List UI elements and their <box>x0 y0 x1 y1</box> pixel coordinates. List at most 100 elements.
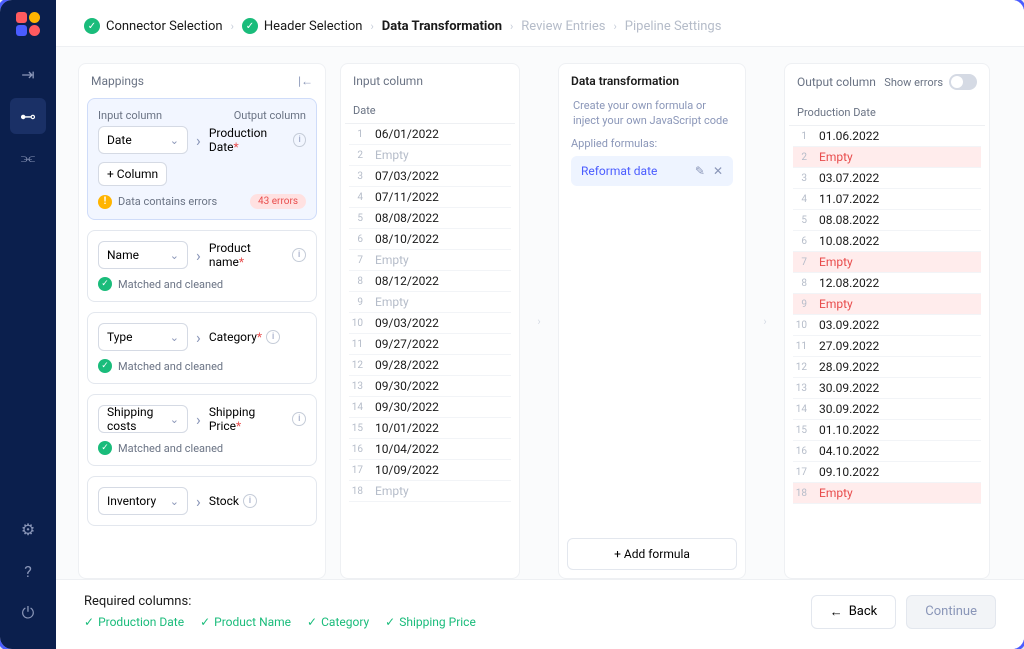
table-row[interactable]: 1604.10.2022 <box>793 441 981 462</box>
table-row[interactable]: 9Empty <box>349 292 511 313</box>
mapping-card[interactable]: Type⌄›Category* i✓Matched and cleaned <box>87 312 317 384</box>
input-col-label: Input column <box>98 109 162 122</box>
table-row[interactable]: 303.07.2022 <box>793 168 981 189</box>
breadcrumb-step[interactable]: ✓Header Selection <box>242 18 363 34</box>
table-row[interactable]: 608/10/2022 <box>349 229 511 250</box>
info-icon[interactable]: i <box>243 494 257 508</box>
table-row[interactable]: 1209/28/2022 <box>349 355 511 376</box>
cell-value: 09/03/2022 <box>369 314 511 332</box>
edit-icon[interactable]: ✎ <box>695 164 705 178</box>
table-row[interactable]: 7Empty <box>793 252 981 273</box>
table-row[interactable]: 1109/27/2022 <box>349 334 511 355</box>
row-number: 9 <box>793 299 813 310</box>
input-column-select[interactable]: Type⌄ <box>98 323 188 351</box>
table-row[interactable]: 1430.09.2022 <box>793 399 981 420</box>
table-row[interactable]: 1330.09.2022 <box>793 378 981 399</box>
input-column-select[interactable]: Date⌄ <box>98 126 188 154</box>
collapse-icon[interactable]: |← <box>298 74 313 88</box>
table-row[interactable]: 1709.10.2022 <box>793 462 981 483</box>
nav-help-icon[interactable]: ? <box>10 553 46 589</box>
table-row[interactable]: 18Empty <box>349 481 511 502</box>
back-button[interactable]: ← Back <box>811 595 897 629</box>
row-number: 18 <box>793 488 813 499</box>
table-row[interactable]: 610.08.2022 <box>793 231 981 252</box>
nav-power-icon[interactable]: ⏻ <box>10 595 46 631</box>
formula-chip[interactable]: Reformat date ✎ ✕ <box>571 156 733 186</box>
transform-panel: Data transformation Create your own form… <box>558 63 746 579</box>
table-row[interactable]: 9Empty <box>793 294 981 315</box>
table-row[interactable]: 1228.09.2022 <box>793 357 981 378</box>
table-row[interactable]: 2Empty <box>793 147 981 168</box>
row-number: 9 <box>349 297 369 308</box>
table-row[interactable]: 1510/01/2022 <box>349 418 511 439</box>
divider-icon[interactable]: › <box>760 63 770 579</box>
cell-value: 10/09/2022 <box>369 461 511 479</box>
cell-value: Empty <box>813 295 981 313</box>
applied-label: Applied formulas: <box>571 137 733 150</box>
breadcrumb-label: Pipeline Settings <box>625 19 722 34</box>
table-row[interactable]: 307/03/2022 <box>349 166 511 187</box>
show-errors-toggle[interactable] <box>949 74 977 90</box>
info-icon[interactable]: i <box>292 412 306 426</box>
cell-value: 06/01/2022 <box>369 125 511 143</box>
nav-settings-icon[interactable]: ⚙ <box>10 511 46 547</box>
breadcrumb-step[interactable]: ✓Connector Selection <box>84 18 223 34</box>
app-logo <box>16 12 40 36</box>
input-column-select[interactable]: Name⌄ <box>98 241 188 269</box>
table-row[interactable]: 808/12/2022 <box>349 271 511 292</box>
table-row[interactable]: 1003.09.2022 <box>793 315 981 336</box>
add-column-button[interactable]: + Column <box>98 162 167 186</box>
input-column-select[interactable]: Shipping costs⌄ <box>98 405 188 433</box>
info-icon[interactable]: i <box>293 133 306 147</box>
required-item: ✓Production Date <box>84 615 184 629</box>
row-number: 2 <box>793 152 813 163</box>
cell-value: 30.09.2022 <box>813 379 981 397</box>
table-row[interactable]: 407/11/2022 <box>349 187 511 208</box>
breadcrumb-label: Header Selection <box>264 19 363 34</box>
output-header: Production Date <box>789 100 985 126</box>
table-row[interactable]: 1710/09/2022 <box>349 460 511 481</box>
add-formula-button[interactable]: + Add formula <box>567 538 737 570</box>
breadcrumb-step[interactable]: Data Transformation <box>382 19 502 34</box>
table-row[interactable]: 508.08.2022 <box>793 210 981 231</box>
nav-pipeline-icon[interactable]: ⊷ <box>10 98 46 134</box>
table-row[interactable]: 1009/03/2022 <box>349 313 511 334</box>
info-icon[interactable]: i <box>266 330 280 344</box>
output-column-label: Product name* i <box>209 241 306 269</box>
row-number: 16 <box>793 446 813 457</box>
table-row[interactable]: 1127.09.2022 <box>793 336 981 357</box>
chevron-right-icon: › <box>231 20 234 33</box>
close-icon[interactable]: ✕ <box>713 164 723 178</box>
table-row[interactable]: 101.06.2022 <box>793 126 981 147</box>
continue-button[interactable]: Continue <box>906 595 996 629</box>
info-icon[interactable]: i <box>292 248 306 262</box>
table-row[interactable]: 18Empty <box>793 483 981 504</box>
table-row[interactable]: 1501.10.2022 <box>793 420 981 441</box>
mapping-card[interactable]: Inventory⌄›Stock i <box>87 476 317 526</box>
input-column-select[interactable]: Inventory⌄ <box>98 487 188 515</box>
cell-value: 11.07.2022 <box>813 190 981 208</box>
table-row[interactable]: 812.08.2022 <box>793 273 981 294</box>
output-col-label: Output column <box>234 109 306 122</box>
nav-export-icon[interactable]: ⇥ <box>10 56 46 92</box>
mapping-card[interactable]: Shipping costs⌄›Shipping Price* i✓Matche… <box>87 394 317 466</box>
nav-share-icon[interactable]: ⫘ <box>10 140 46 176</box>
table-row[interactable]: 106/01/2022 <box>349 124 511 145</box>
row-number: 11 <box>793 341 813 352</box>
arrow-icon: › <box>196 410 201 429</box>
table-row[interactable]: 411.07.2022 <box>793 189 981 210</box>
arrow-icon: › <box>196 492 201 511</box>
table-row[interactable]: 1309/30/2022 <box>349 376 511 397</box>
table-row[interactable]: 7Empty <box>349 250 511 271</box>
divider-icon[interactable]: › <box>534 63 544 579</box>
table-row[interactable]: 1409/30/2022 <box>349 397 511 418</box>
required-item: ✓Category <box>307 615 369 629</box>
table-row[interactable]: 2Empty <box>349 145 511 166</box>
table-row[interactable]: 508/08/2022 <box>349 208 511 229</box>
cell-value: 10/01/2022 <box>369 419 511 437</box>
check-icon: ✓ <box>98 441 112 455</box>
mapping-card[interactable]: Input columnOutput columnDate⌄›Productio… <box>87 98 317 220</box>
mapping-card[interactable]: Name⌄›Product name* i✓Matched and cleane… <box>87 230 317 302</box>
table-row[interactable]: 1610/04/2022 <box>349 439 511 460</box>
row-number: 15 <box>349 423 369 434</box>
